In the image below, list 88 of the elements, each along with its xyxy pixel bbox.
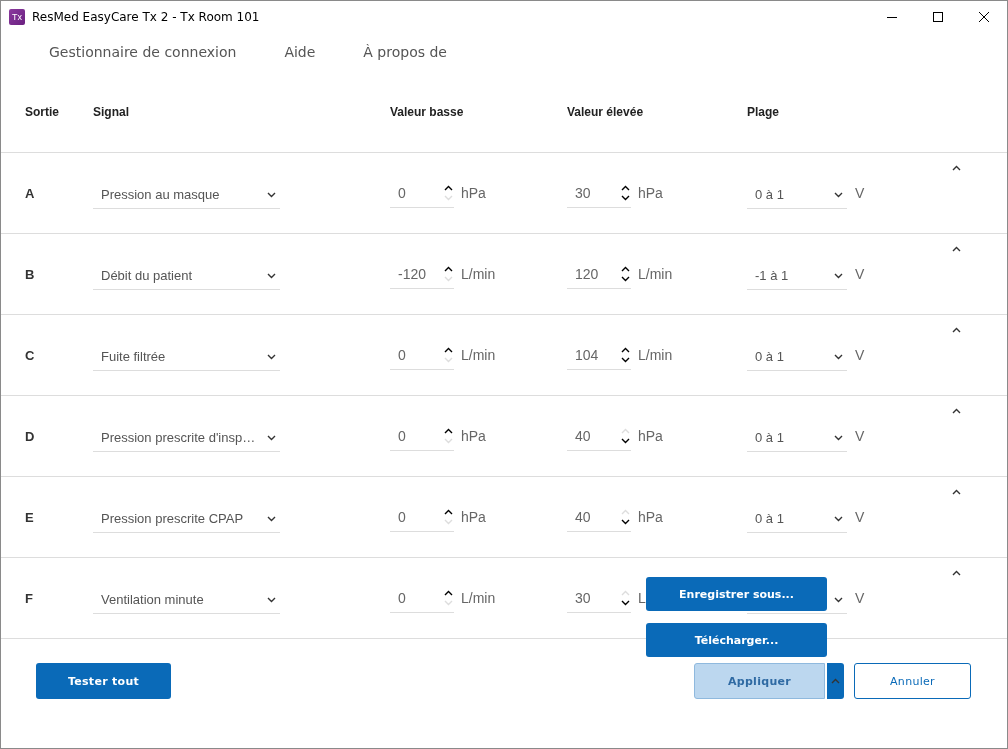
unit-label: V [855, 509, 865, 525]
number-field[interactable]: 40 [567, 502, 631, 532]
chevron-up-icon [952, 246, 961, 252]
app-logo: Tx [9, 8, 25, 25]
menu-item[interactable]: À propos de [363, 44, 447, 60]
output-label: F [25, 590, 34, 606]
range-dropdown[interactable]: 0 à 1 [747, 177, 847, 209]
dropdown-chevron-icon[interactable] [834, 596, 843, 603]
column-header: Valeur élevée [567, 105, 645, 119]
chevron-up-icon [952, 165, 961, 171]
cancel-button[interactable]: Annuler [854, 663, 971, 699]
number-field[interactable]: 0 [390, 583, 454, 613]
signal-dropdown[interactable]: Débit du patient [93, 258, 280, 290]
signal-dropdown[interactable]: Fuite filtrée [93, 339, 280, 371]
unit-label: V [855, 266, 865, 282]
range-dropdown[interactable]: 0 à 1 [747, 501, 847, 533]
number-field[interactable]: 0 [390, 340, 454, 370]
number-field[interactable]: 40 [567, 421, 631, 451]
column-header: Sortie [25, 105, 60, 119]
menu-item[interactable]: Télécharger... [646, 623, 827, 657]
unit-label: hPa [638, 428, 663, 444]
unit-label: hPa [638, 509, 663, 525]
chevron-down-icon [834, 191, 843, 198]
chevron-up-icon [952, 408, 961, 414]
chevron-down-icon [267, 272, 276, 279]
close-icon [979, 11, 989, 22]
chevron-down-icon [834, 515, 843, 522]
unit-label: hPa [461, 509, 486, 525]
menu-item[interactable]: Aide [284, 44, 316, 60]
menu-item[interactable]: Gestionnaire de connexion [49, 44, 237, 60]
unit-label: L/min [461, 266, 496, 282]
column-header: Signal [93, 105, 130, 119]
number-field[interactable]: 0 [390, 178, 454, 208]
unit-label: L/min [638, 347, 673, 363]
signal-dropdown[interactable]: Pression prescrite CPAP [93, 501, 280, 533]
number-field[interactable]: 120 [567, 259, 631, 289]
number-field[interactable]: 0 [390, 421, 454, 451]
chevron-up-icon [952, 570, 961, 576]
unit-label: V [855, 590, 865, 606]
chevron-down-icon [267, 191, 276, 198]
output-label: D [25, 428, 36, 444]
column-header: Plage [747, 105, 780, 119]
collapse-button[interactable] [952, 408, 961, 414]
maximize-icon [933, 11, 943, 22]
collapse-button[interactable] [952, 489, 961, 495]
number-field[interactable]: 30 [567, 583, 631, 613]
chevron-down-icon [834, 434, 843, 441]
number-field[interactable]: 30 [567, 178, 631, 208]
collapse-button[interactable] [952, 246, 961, 252]
chevron-up-icon [952, 489, 961, 495]
unit-label: V [855, 428, 865, 444]
collapse-button[interactable] [952, 165, 961, 171]
output-label: A [25, 185, 36, 201]
output-label: E [25, 509, 35, 525]
chevron-up-icon [952, 327, 961, 333]
column-header: Valeur basse [390, 105, 465, 119]
test-all-button[interactable]: Tester tout [36, 663, 171, 699]
unit-label: hPa [638, 185, 663, 201]
number-field[interactable]: 0 [390, 502, 454, 532]
unit-label: hPa [461, 428, 486, 444]
output-label: C [25, 347, 36, 363]
unit-label: V [855, 347, 865, 363]
unit-label: hPa [461, 185, 486, 201]
signal-dropdown[interactable]: Ventilation minute [93, 582, 280, 614]
range-dropdown[interactable]: -1 à 1 [747, 258, 847, 290]
unit-label: L/min [638, 266, 673, 282]
collapse-button[interactable] [952, 327, 961, 333]
unit-label: L [638, 590, 646, 606]
unit-label: L/min [461, 347, 496, 363]
window-title: ResMed EasyCare Tx 2 - Tx Room 101 [32, 9, 260, 24]
unit-label: L/min [461, 590, 496, 606]
signal-dropdown[interactable]: Pression au masque [93, 177, 280, 209]
number-field[interactable]: 104 [567, 340, 631, 370]
chevron-down-icon [267, 596, 276, 603]
output-label: B [25, 266, 36, 282]
range-dropdown[interactable]: 0 à 1 [747, 339, 847, 371]
range-dropdown[interactable]: 0 à 1 [747, 420, 847, 452]
chevron-down-icon [267, 353, 276, 360]
chevron-down-icon [834, 353, 843, 360]
chevron-down-icon [267, 515, 276, 522]
signal-dropdown[interactable]: Pression prescrite d'insp… [93, 420, 280, 452]
chevron-down-icon [834, 272, 843, 279]
chevron-up-icon [831, 678, 840, 684]
menu-item[interactable]: Enregistrer sous... [646, 577, 827, 611]
collapse-button[interactable] [952, 570, 961, 576]
chevron-down-icon [267, 434, 276, 441]
number-field[interactable]: -120 [390, 259, 454, 289]
unit-label: V [855, 185, 865, 201]
